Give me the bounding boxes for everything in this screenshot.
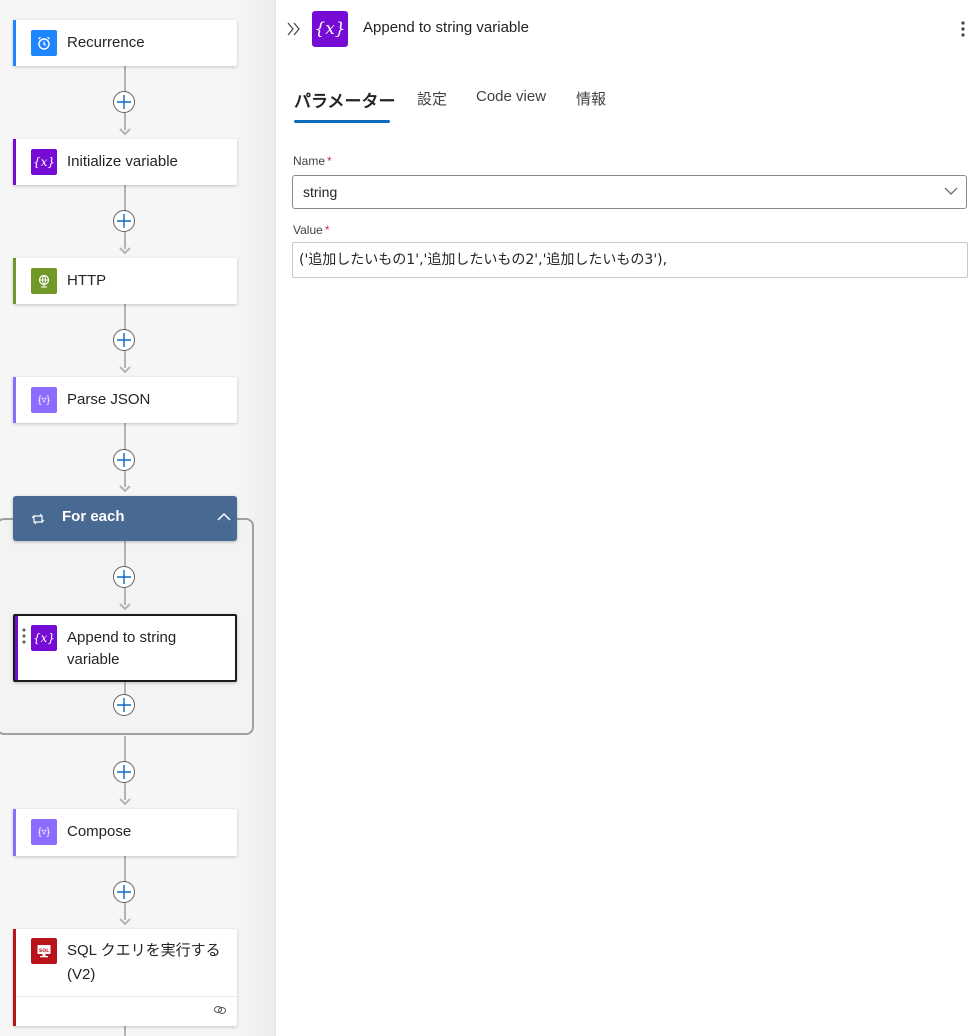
active-tab-indicator <box>294 120 390 123</box>
name-dropdown[interactable]: string <box>292 175 967 209</box>
arrow-down-icon <box>119 918 131 926</box>
tab-about[interactable]: 情報 <box>576 88 606 109</box>
tab-parameters[interactable]: パラメーター <box>294 87 396 112</box>
value-label-text: Value <box>293 223 323 237</box>
step-label-line1: SQL クエリを実行する <box>67 942 221 959</box>
step-card-initialize-variable[interactable]: {x} Initialize variable <box>13 139 237 185</box>
step-label-line1: Append to string <box>67 629 177 646</box>
name-label-text: Name <box>293 154 326 168</box>
step-label: Compose <box>67 823 132 840</box>
arrow-down-icon <box>119 603 131 611</box>
plus-icon <box>117 214 131 228</box>
step-label: Parse JSON <box>67 391 151 408</box>
arrow-down-icon <box>119 366 131 374</box>
step-label-line2: variable <box>67 651 120 668</box>
tab-code-view[interactable]: Code view <box>476 88 546 105</box>
alarm-clock-icon <box>31 30 57 56</box>
details-panel: {x} Append to string variable パラメーター 設定 … <box>276 0 978 1036</box>
add-action-button[interactable] <box>113 761 135 783</box>
data-operation-icon: {▿} <box>31 387 57 413</box>
step-label: Initialize variable <box>67 153 178 170</box>
arrow-down-icon <box>119 247 131 255</box>
chevron-down-icon <box>944 187 958 195</box>
foreach-label: For each <box>62 508 125 525</box>
panel-title: Append to string variable <box>363 19 529 36</box>
card-accent <box>13 929 16 1026</box>
step-label: HTTP <box>67 272 107 289</box>
required-marker: * <box>327 154 332 168</box>
card-accent <box>13 139 16 185</box>
add-action-button[interactable] <box>113 694 135 716</box>
arrow-down-icon <box>119 798 131 806</box>
arrow-down-icon <box>119 485 131 493</box>
variable-icon: {x} <box>31 149 57 175</box>
card-accent <box>15 616 18 680</box>
name-dropdown-value: string <box>303 184 338 200</box>
plus-icon <box>117 885 131 899</box>
required-marker: * <box>324 223 330 237</box>
card-accent <box>13 377 16 423</box>
value-field-label: Value * <box>293 223 329 237</box>
drag-handle-icon[interactable] <box>22 628 26 644</box>
step-label-line2: (V2) <box>67 966 96 983</box>
add-action-button[interactable] <box>113 881 135 903</box>
plus-icon <box>117 765 131 779</box>
add-action-button[interactable] <box>113 566 135 588</box>
more-options-icon[interactable] <box>958 20 968 38</box>
step-card-compose[interactable]: {▿} Compose <box>13 809 237 856</box>
add-action-button[interactable] <box>113 449 135 471</box>
card-footer-divider <box>16 996 237 997</box>
card-accent <box>13 20 16 66</box>
add-action-button[interactable] <box>113 210 135 232</box>
variable-icon: {x} <box>31 625 57 651</box>
step-label: Recurrence <box>67 34 145 51</box>
connection-link-icon[interactable] <box>213 1005 227 1015</box>
plus-icon <box>117 453 131 467</box>
plus-icon <box>117 95 131 109</box>
plus-icon <box>117 698 131 712</box>
step-card-recurrence[interactable]: Recurrence <box>13 20 237 66</box>
globe-icon <box>31 268 57 294</box>
svg-text:SQL: SQL <box>39 948 49 954</box>
plus-icon <box>117 333 131 347</box>
collapse-panel-icon[interactable] <box>286 20 302 38</box>
data-operation-icon: {▿} <box>31 819 57 845</box>
chevron-up-icon[interactable] <box>217 512 231 521</box>
step-card-http[interactable]: HTTP <box>13 258 237 304</box>
add-action-button[interactable] <box>113 329 135 351</box>
foreach-scope-header[interactable]: For each <box>13 496 237 541</box>
card-accent <box>13 258 16 304</box>
connector <box>124 1026 126 1036</box>
card-accent <box>13 809 16 856</box>
step-card-parse-json[interactable]: {▿} Parse JSON <box>13 377 237 423</box>
step-card-sql-query[interactable]: SQL SQL クエリを実行する (V2) <box>13 929 237 1026</box>
tab-settings[interactable]: 設定 <box>417 88 447 109</box>
add-action-button[interactable] <box>113 91 135 113</box>
step-card-append-to-string-variable[interactable]: {x} Append to string variable <box>13 614 237 682</box>
sql-server-icon: SQL <box>31 938 57 964</box>
designer-canvas: Recurrence {x} Initialize variable HTTP … <box>0 0 276 1036</box>
plus-icon <box>117 570 131 584</box>
variable-icon: {x} <box>312 11 348 47</box>
arrow-down-icon <box>119 128 131 136</box>
name-field-label: Name * <box>293 154 332 168</box>
value-input[interactable]: ('追加したいもの1','追加したいもの2','追加したいもの3'), <box>292 242 968 278</box>
loop-icon <box>31 513 45 525</box>
